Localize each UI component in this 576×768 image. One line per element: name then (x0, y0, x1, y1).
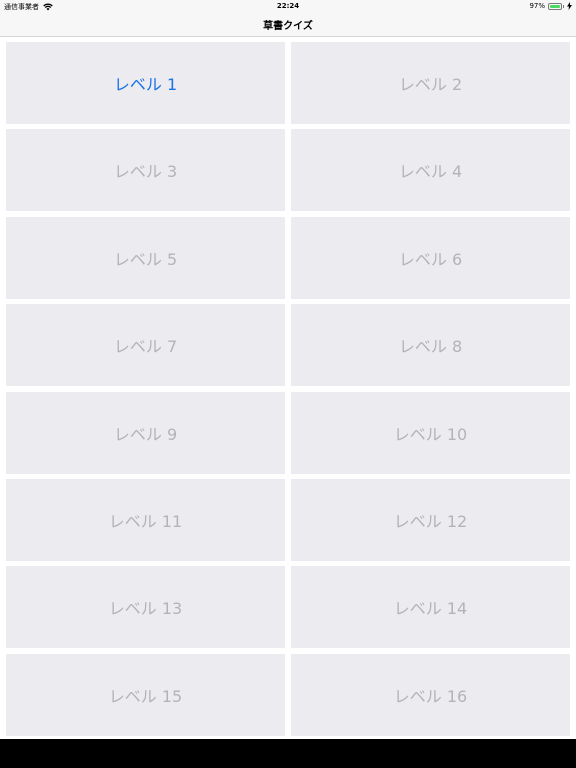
level-14-button[interactable]: レベル 14 (291, 566, 570, 649)
level-13-button[interactable]: レベル 13 (6, 566, 285, 649)
level-7-button[interactable]: レベル 7 (6, 304, 285, 387)
battery-cap (563, 4, 564, 8)
level-3-button[interactable]: レベル 3 (6, 129, 285, 212)
level-6-button[interactable]: レベル 6 (291, 216, 570, 299)
level-15-button[interactable]: レベル 15 (6, 653, 285, 736)
level-5-button[interactable]: レベル 5 (6, 216, 285, 299)
page-title: 草書クイズ (263, 20, 313, 32)
battery-icon (548, 2, 564, 10)
battery-body (548, 2, 562, 10)
level-8-button[interactable]: レベル 8 (291, 304, 570, 387)
level-12-button[interactable]: レベル 12 (291, 478, 570, 561)
level-grid: レベル 1 レベル 2 レベル 3 レベル 4 レベル 5 レベル 6 レベル 7 レベル 8… (6, 42, 570, 736)
status-time: 22:24 (276, 2, 300, 10)
level-2-button[interactable]: レベル 2 (291, 42, 570, 124)
level-16-button[interactable]: レベル 16 (291, 653, 570, 736)
screen: 通信事業者 22:24 97% 草書クイズ レベル 1 レベル 2 レベル 3 レベル… (0, 0, 576, 768)
level-11-button[interactable]: レベル 11 (6, 478, 285, 561)
lightning-icon (567, 2, 572, 10)
level-4-button[interactable]: レベル 4 (291, 129, 570, 212)
battery-fill (550, 4, 560, 8)
level-9-button[interactable]: レベル 9 (6, 391, 285, 474)
battery-percent: 97% (529, 2, 545, 10)
status-right: 97% (529, 2, 572, 10)
level-1-button[interactable]: レベル 1 (6, 42, 285, 124)
bottom-black-bar (0, 739, 576, 768)
navigation-bar: 草書クイズ (0, 12, 576, 37)
level-10-button[interactable]: レベル 10 (291, 391, 570, 474)
status-bar: 通信事業者 22:24 97% (0, 0, 576, 12)
